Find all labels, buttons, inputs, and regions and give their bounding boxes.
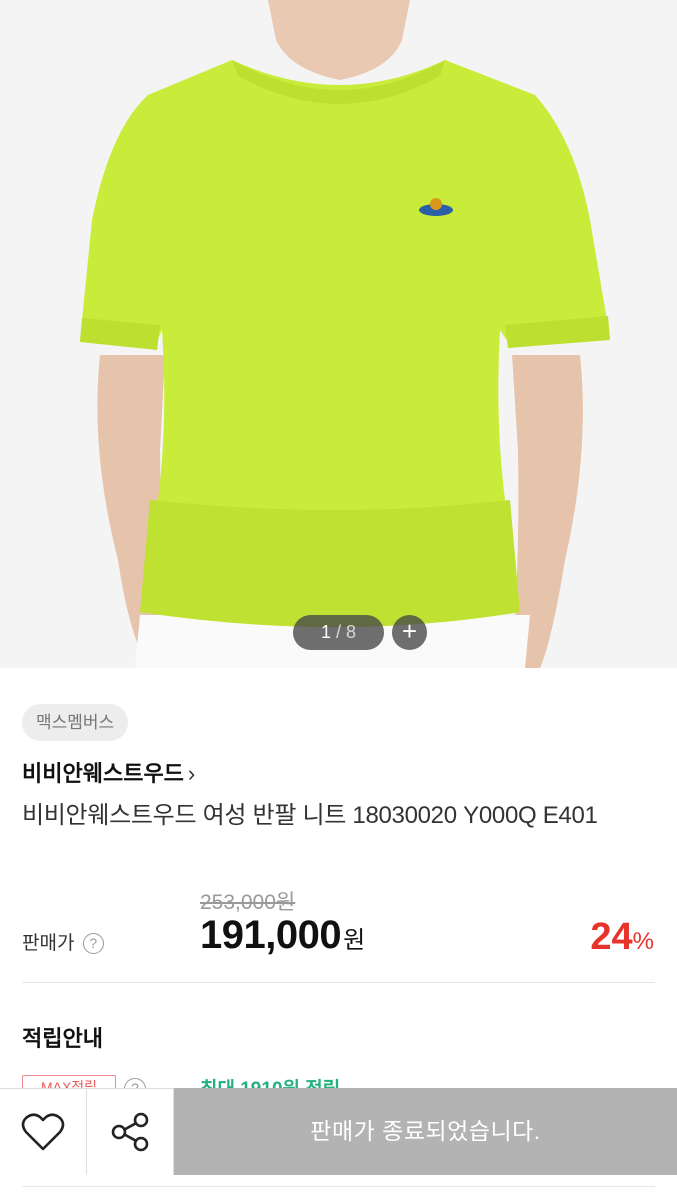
sale-price: 191,000원: [200, 913, 365, 958]
price-label: 판매가: [22, 933, 75, 954]
share-icon: [111, 1112, 149, 1152]
pager-current: 1: [320, 622, 331, 642]
product-photo: [0, 0, 677, 668]
pager-total: 8: [346, 622, 357, 642]
divider: [22, 982, 655, 983]
discount-rate: 24%: [590, 916, 654, 959]
discount-value: 24: [590, 916, 633, 958]
share-button[interactable]: [87, 1088, 174, 1175]
brand-name: 비비안웨스트우드: [22, 761, 184, 786]
chevron-right-icon: ›: [187, 761, 196, 786]
product-title: 비비안웨스트우드 여성 반팔 니트 18030020 Y000Q E401: [22, 802, 598, 829]
image-pager: 1 / 8: [293, 615, 384, 650]
original-price: 253,000원: [200, 891, 296, 914]
wishlist-button[interactable]: [0, 1088, 87, 1175]
sold-out-button[interactable]: 판매가 종료되었습니다.: [174, 1088, 677, 1175]
sale-price-value: 191,000: [200, 913, 342, 957]
bottom-divider: [22, 1186, 655, 1187]
product-image[interactable]: 1 / 8 +: [0, 0, 677, 668]
heart-icon: [21, 1113, 65, 1151]
discount-unit: %: [632, 928, 654, 955]
help-icon[interactable]: ?: [82, 933, 104, 954]
zoom-button[interactable]: +: [392, 615, 427, 650]
price-label-group: 판매가 ?: [22, 928, 104, 955]
member-badge: 맥스멤버스: [22, 704, 129, 741]
brand-link[interactable]: 비비안웨스트우드 ›: [22, 756, 195, 788]
points-section-title: 적립안내: [22, 1026, 103, 1051]
pager-separator: /: [335, 622, 341, 642]
currency-unit: 원: [343, 927, 365, 954]
